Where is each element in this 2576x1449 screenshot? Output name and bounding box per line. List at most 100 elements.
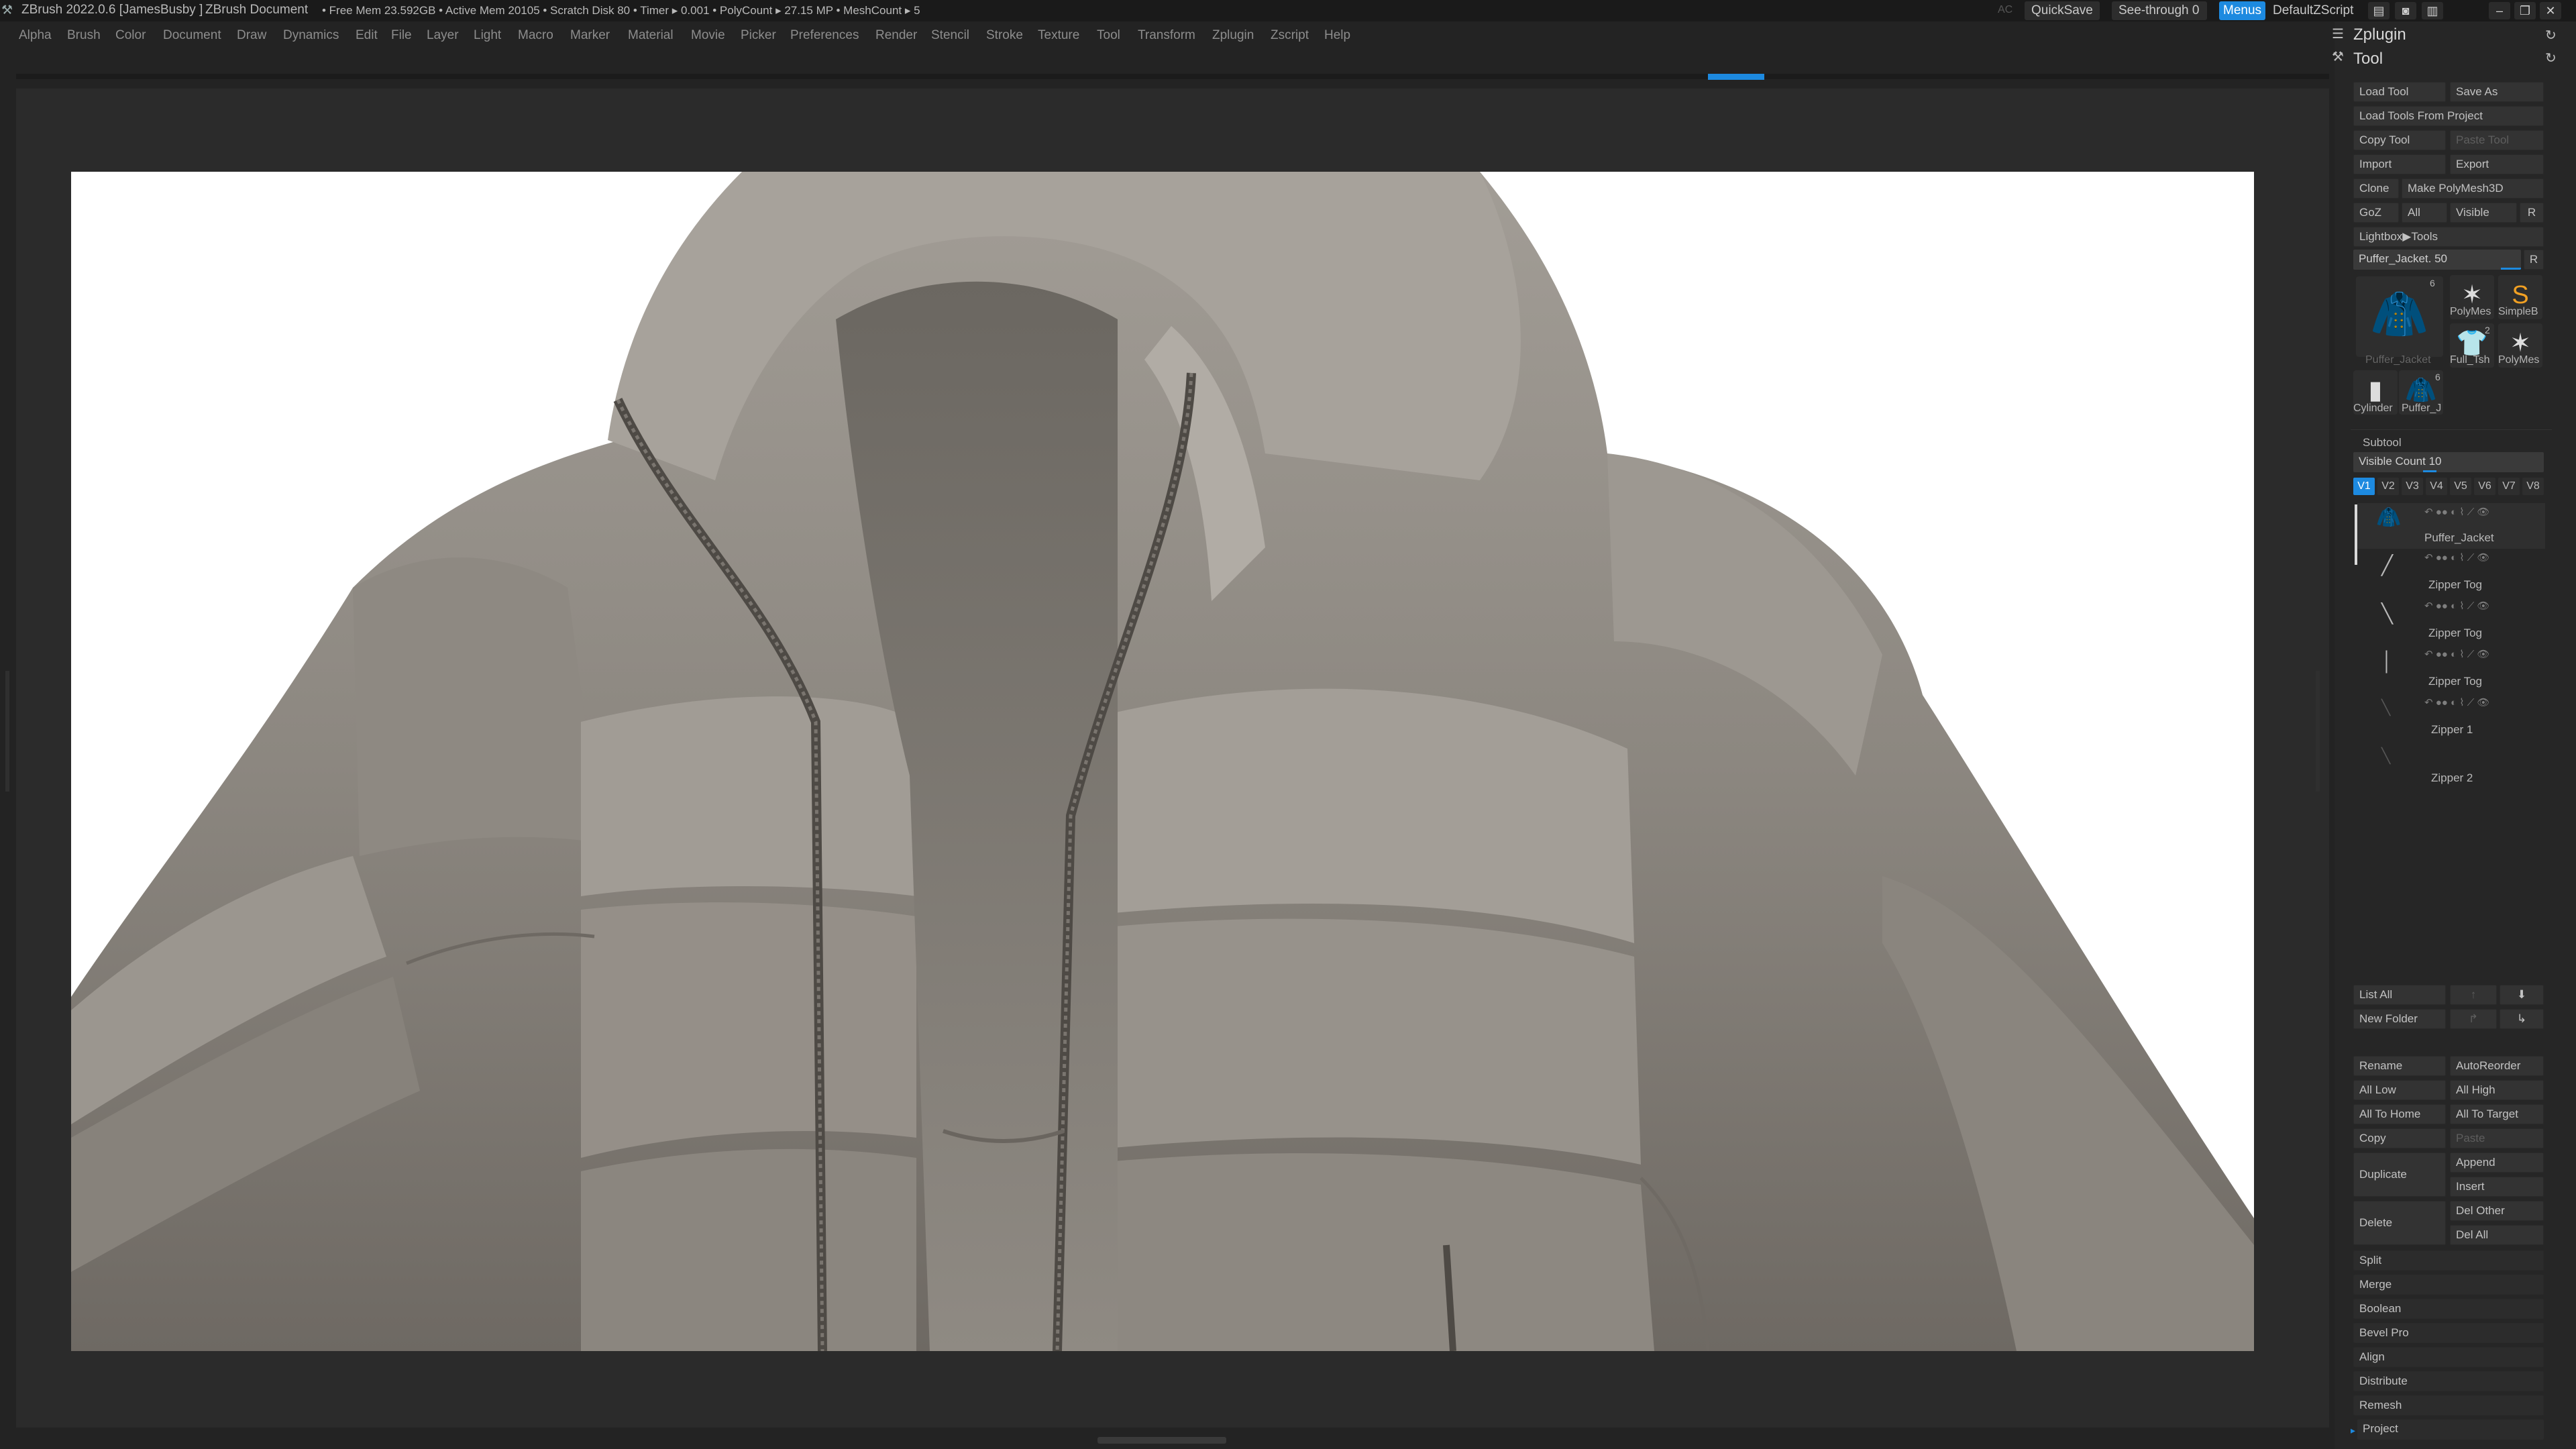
autoreorder-button[interactable]: AutoReorder (2450, 1056, 2544, 1076)
list-item[interactable]: ╲ ↶ ●● ◐ ⌇ ⟋ 👁 Zipper 1 (2357, 695, 2545, 743)
bottom-tray-grip[interactable] (1097, 1437, 1226, 1444)
load-tools-from-project-button[interactable]: Load Tools From Project (2353, 106, 2544, 126)
copy-button[interactable]: Copy (2353, 1128, 2446, 1148)
menu-material[interactable]: Material (628, 28, 674, 43)
make-polymesh3d-button[interactable]: Make PolyMesh3D (2402, 178, 2544, 199)
subtool-controls-icon[interactable]: ↶ ●● ◐ ⌇ ⟋ 👁 (2424, 648, 2489, 660)
rename-button[interactable]: Rename (2353, 1056, 2446, 1076)
menu-macro[interactable]: Macro (518, 28, 553, 43)
all-to-home-button[interactable]: All To Home (2353, 1104, 2446, 1124)
subtool-controls-icon[interactable]: ↶ ●● ◐ ⌇ ⟋ 👁 (2424, 551, 2489, 564)
align-section[interactable]: Align (2353, 1347, 2544, 1367)
subtool-controls-icon[interactable]: ↶ ●● ◐ ⌇ ⟋ 👁 (2424, 696, 2489, 708)
load-tool-button[interactable]: Load Tool (2353, 82, 2446, 102)
visible-count-slider[interactable]: Visible Count 10 (2353, 452, 2544, 472)
zplugin-refresh-icon[interactable]: ↻ (2545, 27, 2557, 44)
tab-v1[interactable]: V1 (2353, 478, 2375, 495)
tab-v7[interactable]: V7 (2498, 478, 2520, 495)
import-button[interactable]: Import (2353, 154, 2446, 174)
boolean-section[interactable]: Boolean (2353, 1299, 2544, 1319)
del-all-button[interactable]: Del All (2450, 1225, 2544, 1245)
bevel-pro-section[interactable]: Bevel Pro (2353, 1323, 2544, 1343)
split-section[interactable]: Split (2353, 1250, 2544, 1271)
export-button[interactable]: Export (2450, 154, 2544, 174)
all-high-button[interactable]: All High (2450, 1080, 2544, 1100)
clone-button[interactable]: Clone (2353, 178, 2399, 199)
tool-refresh-icon[interactable]: ↻ (2545, 50, 2557, 66)
delete-button[interactable]: Delete (2353, 1201, 2446, 1245)
layout-icon[interactable]: ▤ (2368, 2, 2390, 19)
restore-icon[interactable]: ❐ (2514, 2, 2536, 19)
new-folder-button[interactable]: New Folder (2353, 1009, 2446, 1029)
menu-marker[interactable]: Marker (570, 28, 610, 43)
insert-button[interactable]: Insert (2450, 1177, 2544, 1197)
quicksave-button[interactable]: QuickSave (2025, 1, 2100, 20)
tab-v4[interactable]: V4 (2426, 478, 2447, 495)
duplicate-button[interactable]: Duplicate (2353, 1152, 2446, 1197)
tool-slider[interactable]: Puffer_Jacket. 50 (2353, 250, 2521, 270)
all-low-button[interactable]: All Low (2353, 1080, 2446, 1100)
menu-file[interactable]: File (391, 28, 412, 43)
see-through-slider[interactable]: See-through 0 (2112, 1, 2207, 20)
menu-transform[interactable]: Transform (1138, 28, 1195, 43)
copy-tool-button[interactable]: Copy Tool (2353, 130, 2446, 150)
list-item[interactable]: ╱ ↶ ●● ◐ ⌇ ⟋ 👁 Zipper Tog (2357, 550, 2545, 598)
tab-v2[interactable]: V2 (2377, 478, 2399, 495)
merge-section[interactable]: Merge (2353, 1275, 2544, 1295)
puffer-jacket-model[interactable] (71, 172, 2254, 1351)
menu-texture[interactable]: Texture (1038, 28, 1079, 43)
zplugin-header[interactable]: Zplugin (2353, 25, 2406, 44)
project-section[interactable]: Project (2357, 1419, 2544, 1440)
tab-v3[interactable]: V3 (2402, 478, 2423, 495)
list-item[interactable]: ╲ ↶ ●● ◐ ⌇ ⟋ 👁 Zipper Tog (2357, 598, 2545, 647)
move-up-icon[interactable]: ↑ (2450, 985, 2497, 1005)
distribute-section[interactable]: Distribute (2353, 1371, 2544, 1391)
subtool-controls-icon[interactable]: ↶ ●● ◐ ⌇ ⟋ 👁 (2424, 506, 2489, 518)
menu-draw[interactable]: Draw (237, 28, 266, 43)
list-item[interactable]: 🧥 ↶ ●● ◐ ⌇ ⟋ 👁 Puffer_Jacket (2357, 503, 2545, 549)
goz-r-button[interactable]: R (2520, 203, 2544, 223)
menu-stroke[interactable]: Stroke (986, 28, 1023, 43)
menu-movie[interactable]: Movie (691, 28, 725, 43)
folder-up-icon[interactable]: ↱ (2450, 1009, 2497, 1029)
goz-button[interactable]: GoZ (2353, 203, 2399, 223)
menu-stencil[interactable]: Stencil (931, 28, 969, 43)
tool-slider-r-button[interactable]: R (2524, 250, 2544, 270)
all-to-target-button[interactable]: All To Target (2450, 1104, 2544, 1124)
ac-label[interactable]: AC (1998, 4, 2012, 16)
puffer-jacket-thumbnail[interactable]: 🧥 (2356, 276, 2443, 357)
subtool-controls-icon[interactable]: ↶ ●● ◐ ⌇ ⟋ 👁 (2424, 600, 2489, 612)
left-tray-grip[interactable] (5, 671, 9, 792)
folder-down-icon[interactable]: ↳ (2500, 1009, 2544, 1029)
menu-edit[interactable]: Edit (356, 28, 378, 43)
menu-alpha[interactable]: Alpha (19, 28, 52, 43)
menu-document[interactable]: Document (163, 28, 221, 43)
menu-help[interactable]: Help (1324, 28, 1350, 43)
camera-icon[interactable]: ◙ (2395, 2, 2416, 19)
minimize-icon[interactable]: – (2489, 2, 2510, 19)
append-button[interactable]: Append (2450, 1152, 2544, 1173)
tab-v8[interactable]: V8 (2522, 478, 2544, 495)
goz-visible-button[interactable]: Visible (2450, 203, 2517, 223)
menus-button[interactable]: Menus (2219, 1, 2266, 20)
layout-alt-icon[interactable]: ▥ (2422, 2, 2443, 19)
menu-picker[interactable]: Picker (741, 28, 776, 43)
menu-light[interactable]: Light (474, 28, 501, 43)
menu-brush[interactable]: Brush (67, 28, 101, 43)
menu-dynamics[interactable]: Dynamics (283, 28, 339, 43)
remesh-section[interactable]: Remesh (2353, 1395, 2544, 1415)
list-item[interactable]: │ ↶ ●● ◐ ⌇ ⟋ 👁 Zipper Tog (2357, 647, 2545, 695)
close-icon[interactable]: ✕ (2540, 2, 2561, 19)
menu-color[interactable]: Color (115, 28, 146, 43)
tab-v6[interactable]: V6 (2474, 478, 2496, 495)
menu-preferences[interactable]: Preferences (790, 28, 859, 43)
goz-all-button[interactable]: All (2402, 203, 2447, 223)
menu-zplugin[interactable]: Zplugin (1212, 28, 1254, 43)
move-down-icon[interactable]: ⬇ (2500, 985, 2544, 1005)
list-all-button[interactable]: List All (2353, 985, 2446, 1005)
default-zscript-button[interactable]: DefaultZScript (2266, 1, 2360, 20)
right-tray-grip[interactable] (2316, 671, 2320, 792)
menu-tool[interactable]: Tool (1097, 28, 1120, 43)
paste-tool-button[interactable]: Paste Tool (2450, 130, 2544, 150)
save-as-button[interactable]: Save As (2450, 82, 2544, 102)
